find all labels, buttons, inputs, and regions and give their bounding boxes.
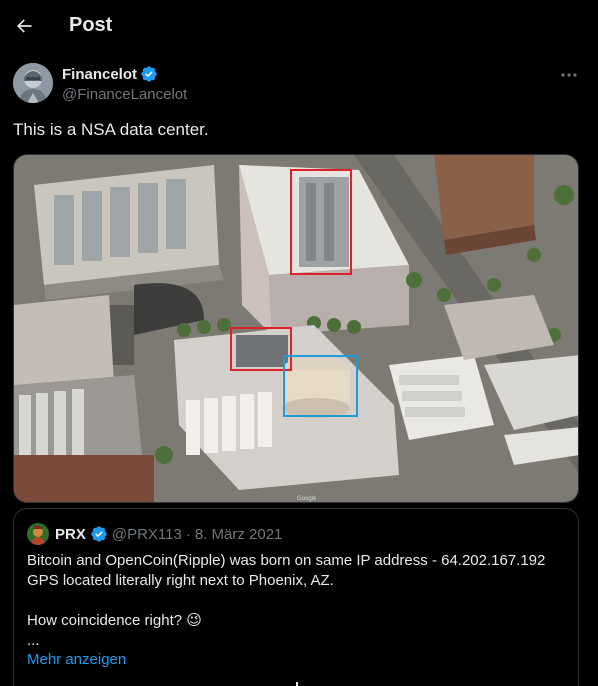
quoted-text-line: GPS located literally right next to Phoe… — [27, 572, 334, 589]
verified-badge-icon — [91, 526, 107, 542]
quoted-text-line: How coincidence right? 😉 — [27, 612, 202, 629]
arrow-left-icon — [17, 19, 32, 33]
author-handle[interactable]: @FinanceLancelot — [62, 86, 187, 103]
avatar[interactable] — [13, 63, 53, 103]
quoted-post[interactable]: PRX @PRX113 · 8. März 2021 Bitcoin and O… — [13, 508, 579, 686]
quoted-post-header: PRX @PRX113 · 8. März 2021 — [27, 523, 282, 545]
quoted-author-name: PRX — [55, 525, 86, 543]
back-button[interactable] — [10, 10, 38, 42]
verified-badge-icon — [141, 66, 157, 82]
quoted-text-line: Bitcoin and OpenCoin(Ripple) was born on… — [27, 552, 546, 569]
more-horizontal-icon — [561, 73, 577, 77]
quoted-text-line — [27, 591, 567, 611]
more-options-button[interactable] — [558, 65, 580, 85]
quoted-post-date: 8. März 2021 — [194, 525, 283, 543]
post-text: This is a NSA data center. — [13, 120, 209, 139]
map-watermark: Google — [297, 496, 317, 502]
quoted-post-text: Bitcoin and OpenCoin(Ripple) was born on… — [27, 551, 567, 651]
author-name[interactable]: Financelot — [62, 65, 158, 83]
quoted-author-handle: @PRX113 — [111, 525, 182, 543]
show-more-link[interactable]: Mehr anzeigen — [27, 651, 126, 668]
page-title: Post — [69, 14, 113, 36]
post-author: Financelot @FinanceLancelot — [13, 63, 585, 107]
quoted-avatar — [27, 523, 49, 545]
scroll-indicator — [296, 682, 298, 686]
quoted-text-line: ... — [27, 632, 40, 649]
post-image[interactable]: Google — [13, 154, 579, 503]
separator-dot: · — [185, 525, 191, 543]
post-header: Post — [0, 0, 598, 52]
